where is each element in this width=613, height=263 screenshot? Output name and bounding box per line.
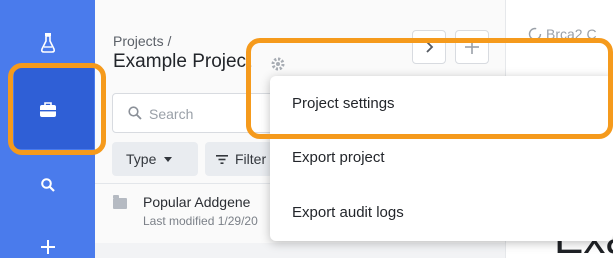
lab-flask-icon <box>40 33 55 53</box>
list-item-title: Popular Addgene <box>143 194 251 210</box>
menu-item-export-audit-logs[interactable]: Export audit logs <box>292 204 404 221</box>
type-dropdown-label: Type <box>126 151 157 167</box>
rail-item-add[interactable] <box>0 236 95 258</box>
refresh-icon <box>528 27 542 41</box>
document-tab[interactable]: Brca2 C <box>546 26 597 42</box>
filter-label: Filter <box>235 151 267 167</box>
plus-icon <box>465 40 479 54</box>
list-item-meta: Last modified 1/29/20 <box>143 214 258 228</box>
menu-item-export-project[interactable]: Export project <box>292 149 385 166</box>
breadcrumb[interactable]: Projects / <box>113 33 171 49</box>
briefcase-icon <box>39 101 56 117</box>
filter-button[interactable]: Filter <box>205 142 273 176</box>
caret-down-icon <box>164 156 173 162</box>
gear-icon[interactable] <box>270 56 286 72</box>
project-menu: Project settings Export project Export a… <box>270 76 613 241</box>
rail-item-search[interactable] <box>0 170 95 200</box>
search-input[interactable]: Search <box>112 93 282 133</box>
page-title: Example Project <box>113 51 252 72</box>
filter-icon <box>216 154 228 164</box>
search-icon <box>128 106 142 120</box>
list-item[interactable] <box>95 243 505 258</box>
menu-item-project-settings[interactable]: Project settings <box>292 95 395 112</box>
type-dropdown[interactable]: Type <box>112 142 198 176</box>
rail-item-home[interactable] <box>0 26 95 60</box>
chevron-right-icon <box>426 41 434 53</box>
search-icon <box>40 178 55 192</box>
folder-icon <box>113 195 127 209</box>
add-button[interactable] <box>455 30 489 64</box>
next-button[interactable] <box>412 30 446 64</box>
rail-item-projects[interactable] <box>0 92 95 126</box>
search-placeholder: Search <box>149 106 194 122</box>
plus-icon <box>40 240 55 254</box>
